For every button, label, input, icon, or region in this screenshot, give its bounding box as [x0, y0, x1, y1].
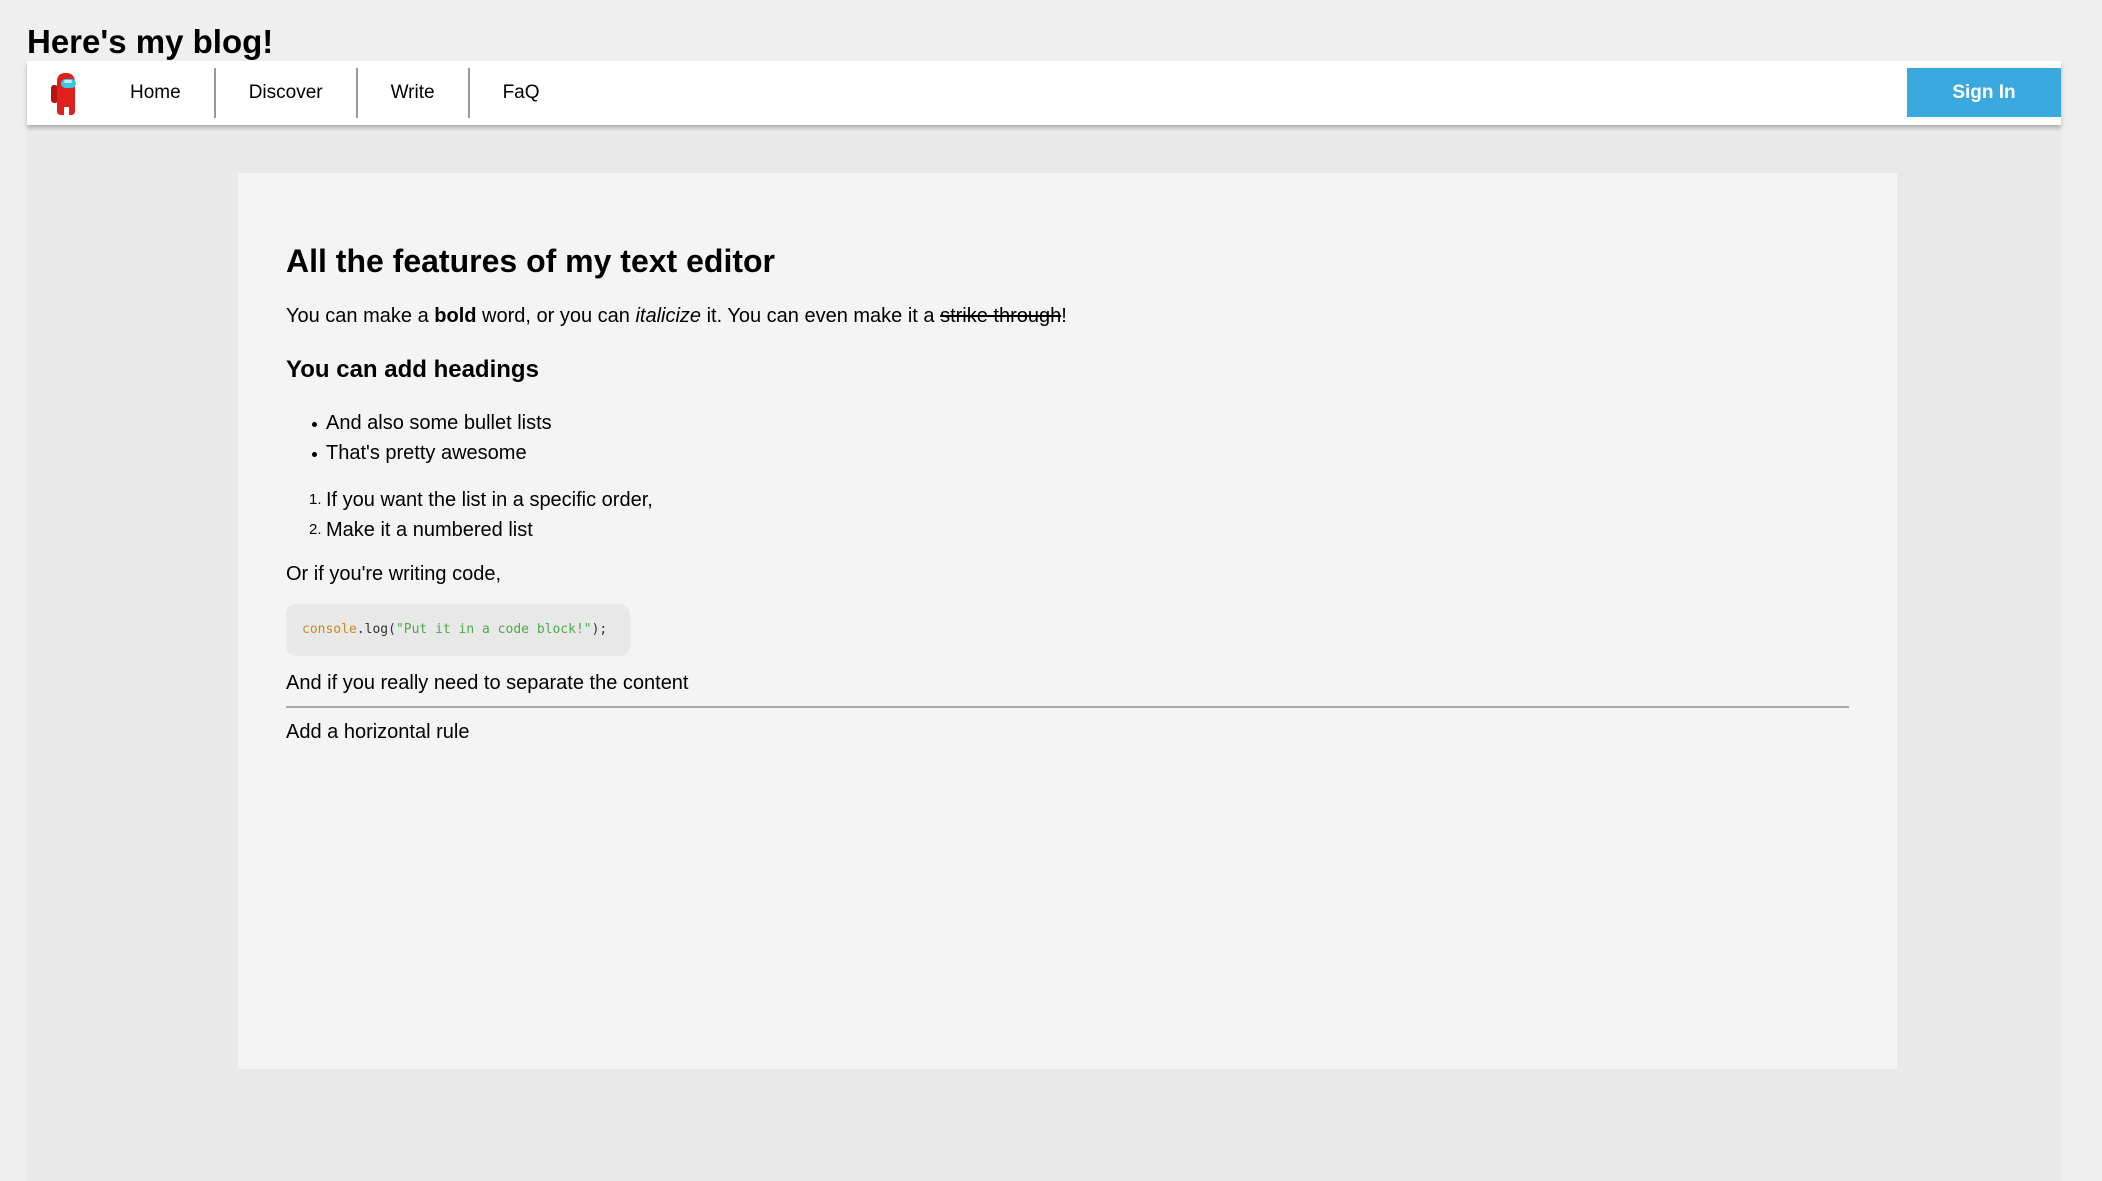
list-item-text: If you want the list in a specific order…: [326, 489, 653, 511]
nav-item-write[interactable]: Write: [358, 68, 468, 118]
intro-text: word, or you can: [476, 305, 636, 327]
strikethrough-text: strike through: [940, 305, 1062, 327]
post-intro-paragraph: You can make a bold word, or you can ita…: [286, 303, 1067, 329]
code-object: console: [302, 622, 357, 637]
post-card: All the features of my text editor You c…: [238, 173, 1897, 1069]
italic-text: italicize: [635, 305, 702, 327]
nav-item-discover[interactable]: Discover: [216, 68, 356, 118]
numbered-list: 1. If you want the list in a specific ord…: [286, 485, 653, 545]
nav-menu: Home Discover Write FaQ: [97, 68, 573, 118]
list-number: 1.: [309, 491, 322, 508]
crewmate-icon[interactable]: [47, 71, 81, 117]
intro-text: !: [1061, 305, 1067, 327]
code-block: console.log("Put it in a code block!");: [286, 604, 630, 656]
intro-text: You can make a: [286, 305, 435, 327]
sign-in-button[interactable]: Sign In: [1907, 68, 2061, 117]
code-method: .log(: [356, 622, 396, 637]
code-end: );: [591, 622, 608, 637]
list-item-text: Make it a numbered list: [326, 519, 533, 541]
after-rule-paragraph: Add a horizontal rule: [286, 721, 470, 743]
separator-intro-paragraph: And if you really need to separate the c…: [286, 672, 689, 694]
code-string: "Put it in a code block!": [395, 622, 592, 637]
post-title: All the features of my text editor: [286, 243, 775, 279]
site-title: Here's my blog!: [27, 23, 274, 60]
bullet-list-item: That's pretty awesome: [312, 438, 552, 468]
numbered-list-item: 1. If you want the list in a specific ord…: [309, 485, 653, 515]
code-intro-paragraph: Or if you're writing code,: [286, 563, 502, 585]
horizontal-rule: [286, 706, 1849, 708]
list-number: 2.: [309, 521, 322, 538]
top-navbar: Home Discover Write FaQ Sign In: [27, 61, 2061, 125]
nav-item-home[interactable]: Home: [97, 68, 214, 118]
nav-item-faq[interactable]: FaQ: [470, 68, 573, 118]
bullet-list-item: And also some bullet lists: [312, 408, 552, 438]
post-subheading: You can add headings: [286, 356, 539, 383]
bold-text: bold: [434, 305, 477, 327]
bullet-list: And also some bullet lists That's pretty…: [286, 408, 552, 468]
numbered-list-item: 2. Make it a numbered list: [309, 515, 653, 545]
intro-text: it. You can even make it a: [701, 305, 941, 327]
